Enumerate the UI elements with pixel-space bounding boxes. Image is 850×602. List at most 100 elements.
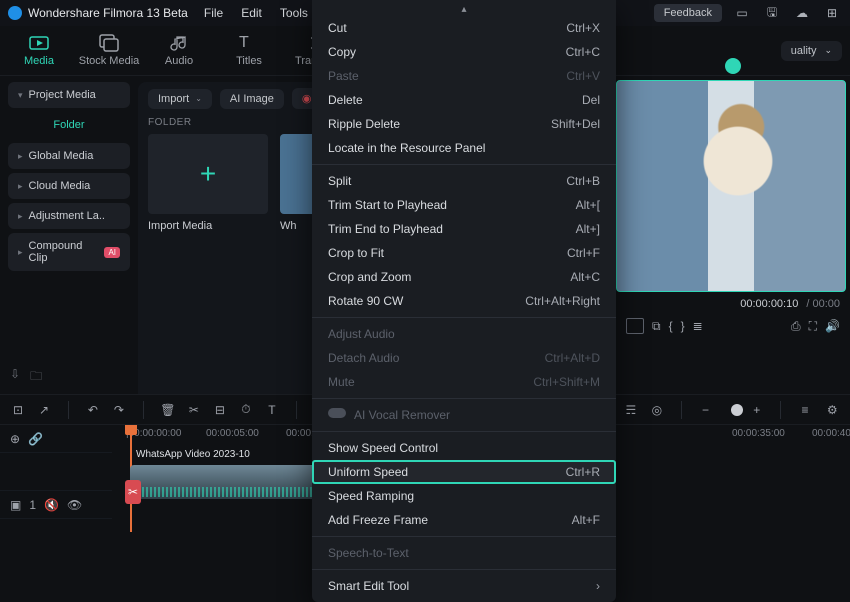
chevron-right-icon: ▸ [18,151,23,162]
import-media-tile[interactable]: + Import Media [148,134,268,232]
timecode-display: 00:00:00:10 / 00:00 [626,298,840,310]
fullscreen-icon[interactable]: ⛶ [809,319,817,334]
ctx-crop-and-zoom[interactable]: Crop and ZoomAlt+C [312,265,616,289]
chevron-down-icon: ▾ [18,90,23,101]
ctx-detach-audio: Detach AudioCtrl+Alt+D [312,346,616,370]
list-view-icon[interactable]: ≡ [797,403,812,417]
cloud-icon[interactable]: ☁ [792,5,812,21]
ctx-add-freeze-frame[interactable]: Add Freeze FrameAlt+F [312,508,616,532]
import-dropdown[interactable]: Import⌄ [148,89,212,109]
track-headers: ⊕🔗 ▣1🔇👁 [0,425,112,532]
ctx-rotate-90[interactable]: Rotate 90 CWCtrl+Alt+Right [312,289,616,313]
ai-badge: AI [104,247,120,258]
chevron-down-icon: ⌄ [824,45,832,56]
ctx-ripple-delete[interactable]: Ripple DeleteShift+Del [312,112,616,136]
menu-file[interactable]: File [204,6,223,20]
ctx-split[interactable]: SplitCtrl+B [312,169,616,193]
download-icon[interactable]: ⇩ [10,367,20,388]
ctx-copy[interactable]: CopyCtrl+C [312,40,616,64]
app-title: Wondershare Filmora 13 Beta [28,6,188,20]
preview-viewport[interactable] [616,80,846,292]
undo-icon[interactable]: ↶ [85,403,101,417]
link-icon[interactable]: 🔗 [28,432,43,446]
new-folder-icon[interactable]: 🗀 [30,367,42,388]
sidebar-cloud-media[interactable]: ▸Cloud Media [8,173,130,199]
sidebar-compound-clip[interactable]: ▸Compound ClipAI [8,233,130,271]
volume-icon[interactable]: 🔊 [825,319,840,333]
zoom-slider[interactable] [725,409,737,411]
menu-edit[interactable]: Edit [241,6,262,20]
ctx-locate-resource[interactable]: Locate in the Resource Panel [312,136,616,160]
sidebar-adjustment-layer[interactable]: ▸Adjustment La.. [8,203,130,229]
crop-icon[interactable]: ⊟ [212,403,228,417]
ctx-uniform-speed[interactable]: Uniform SpeedCtrl+R [312,460,616,484]
app-logo: Wondershare Filmora 13 Beta [8,6,188,20]
scroll-up-arrow-icon[interactable]: ▴ [312,4,616,16]
mute-track-icon[interactable]: 🔇 [44,498,59,512]
bracket-left-icon[interactable]: { [669,319,673,333]
delete-icon[interactable]: 🗑 [160,403,176,417]
menu-tools[interactable]: Tools [280,6,308,20]
visibility-icon[interactable]: 👁 [67,498,82,512]
arrow-tool-icon[interactable]: ↗ [36,403,52,417]
audio-waveform[interactable] [130,487,340,497]
filmora-logo-icon [8,6,22,20]
sidebar-project-media[interactable]: ▾ Project Media [8,82,130,108]
playhead-marker-icon[interactable] [725,58,741,74]
chevron-right-icon: ▸ [18,181,23,192]
quality-dropdown[interactable]: uality ⌄ [781,41,842,61]
chevron-down-icon: ⌄ [195,94,202,103]
tab-media[interactable]: Media [8,34,70,67]
tab-titles[interactable]: T Titles [218,34,280,67]
ctx-trim-start[interactable]: Trim Start to PlayheadAlt+[ [312,193,616,217]
zoom-out-icon[interactable]: − [698,403,713,417]
context-menu: ▴ CutCtrl+X CopyCtrl+C PasteCtrl+V Delet… [312,0,616,602]
bracket-right-icon[interactable]: } [681,319,685,333]
clip-trim-handle[interactable]: ✂ [125,480,141,504]
redo-icon[interactable]: ↷ [111,403,127,417]
audio-icon [169,34,189,52]
media-icon [29,34,49,52]
save-icon[interactable]: 🖫 [762,5,782,21]
titles-icon: T [239,34,259,52]
text-tool-icon[interactable]: T [264,403,280,417]
preview-panel: 00:00:00:10 / 00:00 ⧉ { } ≣ ⎙ ⛶ 🔊 [616,76,850,394]
sidebar-folder-tab[interactable]: Folder [8,112,130,139]
snapshot-icon[interactable]: ⎙ [791,319,801,334]
plus-icon: + [200,158,216,190]
tab-audio[interactable]: Audio [148,34,210,67]
ai-image-button[interactable]: AI Image [220,89,284,109]
mixer-icon[interactable]: ☴ [623,403,639,417]
compare-icon[interactable]: ⧉ [652,319,661,334]
ctx-show-speed-control[interactable]: Show Speed Control [312,436,616,460]
ctx-speech-to-text: Speech-to-Text [312,541,616,565]
video-track-icon[interactable]: ▣ [10,498,21,512]
ctx-adjust-audio: Adjust Audio [312,322,616,346]
ctx-paste: PasteCtrl+V [312,64,616,88]
ctx-trim-end[interactable]: Trim End to PlayheadAlt+] [312,217,616,241]
split-icon[interactable]: ✂ [186,403,202,417]
magnet-icon[interactable]: ⊕ [10,432,20,446]
chevron-right-icon: ▸ [18,247,23,258]
zoom-in-icon[interactable]: + [749,403,764,417]
ctx-smart-edit-tool[interactable]: Smart Edit Tool [312,574,616,598]
marker-tool-icon[interactable]: ◎ [649,403,665,417]
ctx-crop-to-fit[interactable]: Crop to FitCtrl+F [312,241,616,265]
ctx-mute: MuteCtrl+Shift+M [312,370,616,394]
ctx-speed-ramping[interactable]: Speed Ramping [312,484,616,508]
display-icon[interactable]: ▭ [732,5,752,21]
speed-icon[interactable]: ⏱ [238,403,254,417]
sidebar-global-media[interactable]: ▸Global Media [8,143,130,169]
ctx-delete[interactable]: DeleteDel [312,88,616,112]
record-icon: ◉ [302,92,312,105]
timeline-settings-icon[interactable]: ⚙ [825,403,840,417]
stop-button[interactable] [626,318,644,334]
tab-stock-media[interactable]: Stock Media [78,34,140,67]
grid-icon[interactable]: ⊞ [822,5,842,21]
markers-icon[interactable]: ≣ [693,319,703,333]
ctx-cut[interactable]: CutCtrl+X [312,16,616,40]
stock-media-icon [99,34,119,52]
select-tool-icon[interactable]: ⊡ [10,403,26,417]
feedback-button[interactable]: Feedback [654,4,722,22]
clip-filename: WhatsApp Video 2023-10 [136,449,250,460]
